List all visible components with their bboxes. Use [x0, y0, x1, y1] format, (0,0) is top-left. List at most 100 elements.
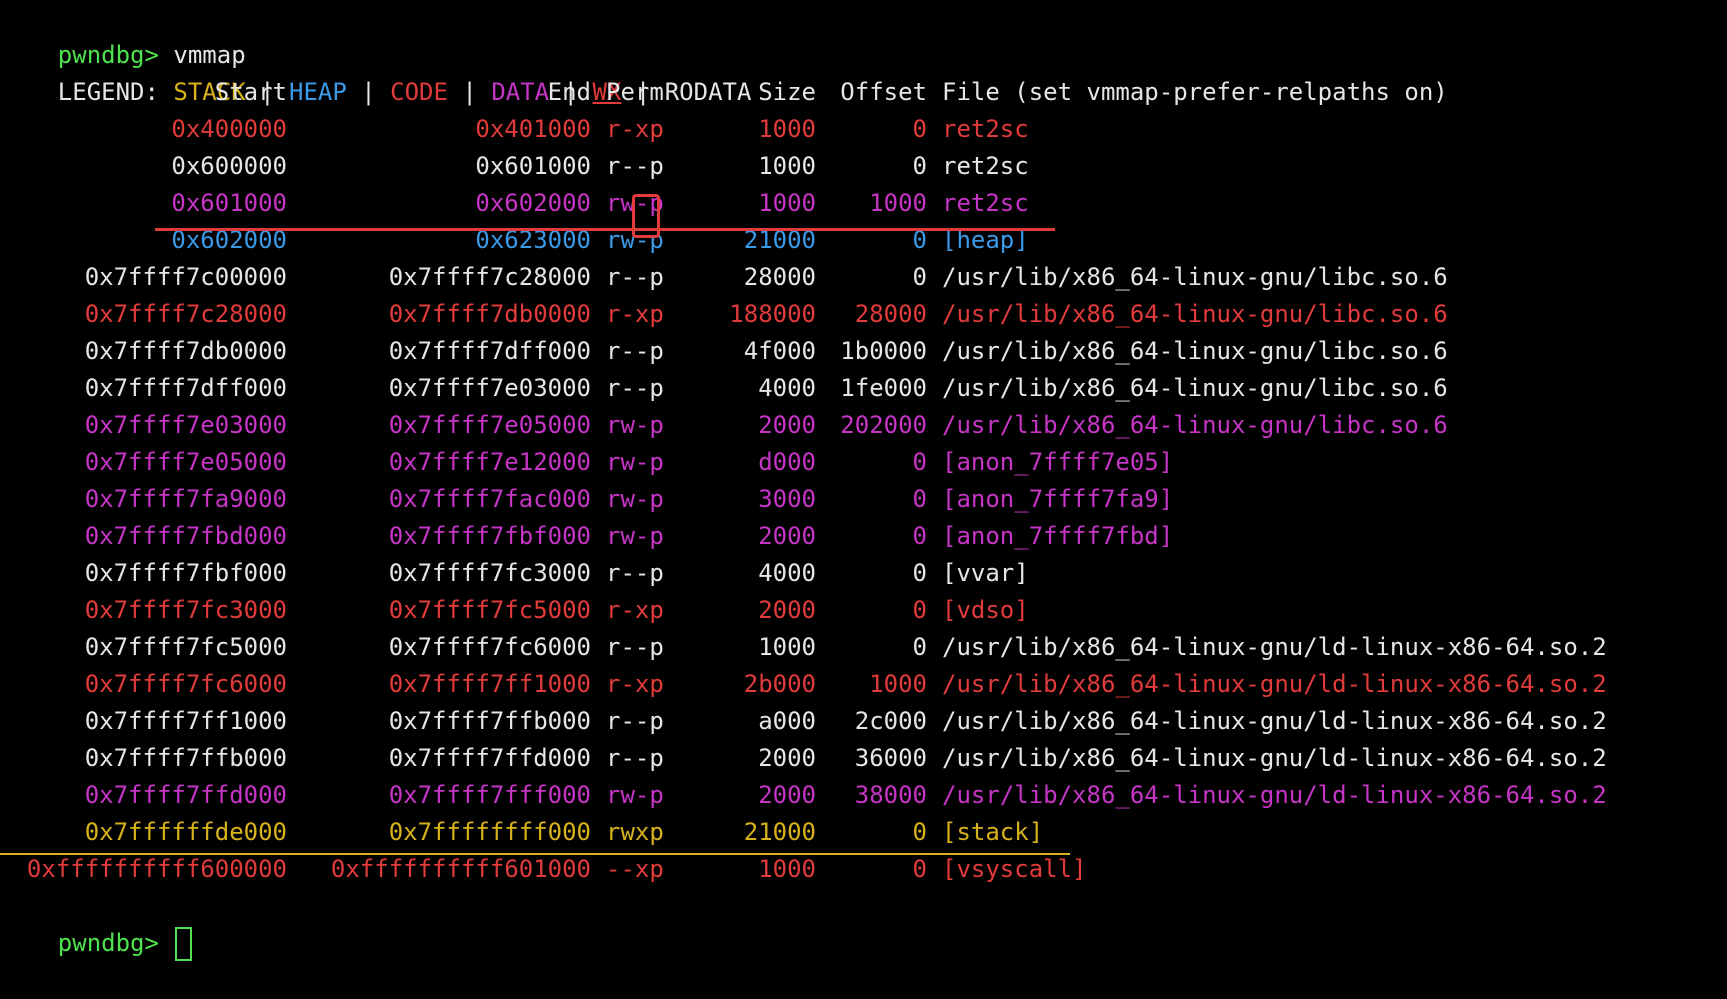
annotation-box-red [632, 194, 660, 238]
table-row: 0x7ffff7ff1000 0x7ffff7ffb000 r--p a000 2c00… [0, 703, 1727, 740]
cell-offset: 28000 [854, 300, 927, 328]
cell-start: 0x7ffffffde000 [84, 818, 287, 846]
cell-file: /usr/lib/x86_64-linux-gnu/libc.so.6 [942, 337, 1448, 365]
cell-start: 0x7ffff7fc3000 [84, 596, 287, 624]
cell-perm: rwxp [606, 818, 664, 846]
cell-file: [anon_7ffff7fbd] [942, 522, 1174, 550]
cell-file: [anon_7ffff7e05] [942, 448, 1174, 476]
cell-size: 188000 [729, 300, 816, 328]
cell-size: 4000 [758, 374, 816, 402]
cell-size: 2000 [758, 596, 816, 624]
cell-perm: r--p [606, 152, 664, 180]
annotation-underline-red [155, 228, 1055, 231]
command-line: pwndbg> vmmap [0, 0, 1727, 69]
cell-size: 2000 [758, 522, 816, 550]
table-header: Start End Perm Size Offset File (set vmm… [0, 74, 1727, 111]
table-row: 0x7ffff7ffd000 0x7ffff7fff000 rw-p 2000 3800… [0, 777, 1727, 814]
legend-line: LEGEND: STACK | HEAP | CODE | DATA | WX … [0, 37, 1727, 106]
cell-perm: r-xp [606, 300, 664, 328]
table-row: 0x7ffff7c00000 0x7ffff7c28000 r--p 28000 0/u… [0, 259, 1727, 296]
cell-offset: 202000 [840, 411, 927, 439]
cell-end: 0xffffffffff601000 [330, 855, 591, 883]
table-row: 0xffffffffff600000 0xffffffffff601000 --xp… [0, 851, 1727, 888]
cell-file: [vdso] [942, 596, 1029, 624]
prompt: pwndbg> [57, 929, 174, 957]
header-size: Size [758, 78, 816, 106]
header-start: Start [214, 78, 287, 106]
table-row: 0x7ffff7c28000 0x7ffff7db0000 r-xp 188000 28… [0, 296, 1727, 333]
cell-perm: r--p [606, 559, 664, 587]
cell-file: /usr/lib/x86_64-linux-gnu/ld-linux-x86-6… [942, 744, 1607, 772]
cell-start: 0x7ffff7fbf000 [84, 559, 287, 587]
cell-end: 0x7ffff7fc6000 [388, 633, 591, 661]
cell-perm: r--p [606, 337, 664, 365]
cell-size: 4f000 [743, 337, 816, 365]
cell-start: 0x7ffff7e03000 [84, 411, 287, 439]
cell-size: 1000 [758, 633, 816, 661]
cell-file: [vsyscall] [942, 855, 1087, 883]
cell-start: 0x7ffff7e05000 [84, 448, 287, 476]
table-row: 0x7ffff7db0000 0x7ffff7dff000 r--p 4f000 1b0… [0, 333, 1727, 370]
cell-end: 0x7ffff7fff000 [388, 781, 591, 809]
cell-perm: rw-p [606, 485, 664, 513]
cell-end: 0x7ffff7ff1000 [388, 670, 591, 698]
cell-perm: r--p [606, 633, 664, 661]
cell-start: 0x7ffff7ffd000 [84, 781, 287, 809]
cell-end: 0x7ffff7fac000 [388, 485, 591, 513]
cell-size: 1000 [758, 855, 816, 883]
cell-end: 0x602000 [475, 189, 591, 217]
cell-offset: 38000 [854, 781, 927, 809]
table-row: 0x7ffff7fc3000 0x7ffff7fc5000 r-xp 2000 0 [vd… [0, 592, 1727, 629]
cell-offset: 1fe000 [840, 374, 927, 402]
cell-start: 0x7ffff7fc6000 [84, 670, 287, 698]
cell-start: 0x400000 [171, 115, 287, 143]
cell-file: [vvar] [942, 559, 1029, 587]
cell-perm: r--p [606, 707, 664, 735]
cell-end: 0x7ffff7db0000 [388, 300, 591, 328]
table-row: 0x7ffff7ffb000 0x7ffff7ffd000 r--p 2000 3600… [0, 740, 1727, 777]
cell-start: 0x7ffff7db0000 [84, 337, 287, 365]
cell-end: 0x7ffff7fbf000 [388, 522, 591, 550]
cell-perm: r-xp [606, 596, 664, 624]
table-row: 0x7ffff7e05000 0x7ffff7e12000 rw-p d000 0 [an… [0, 444, 1727, 481]
cell-size: 1000 [758, 115, 816, 143]
cell-size: a000 [758, 707, 816, 735]
cell-size: d000 [758, 448, 816, 476]
cell-start: 0x7ffff7fbd000 [84, 522, 287, 550]
cell-offset: 0 [912, 152, 927, 180]
cell-file: /usr/lib/x86_64-linux-gnu/libc.so.6 [942, 263, 1448, 291]
cell-file: /usr/lib/x86_64-linux-gnu/libc.so.6 [942, 300, 1448, 328]
terminal[interactable]: pwndbg> vmmap LEGEND: STACK | HEAP | COD… [0, 0, 1727, 961]
cell-size: 2b000 [743, 670, 816, 698]
cell-offset: 0 [912, 559, 927, 587]
cell-perm: rw-p [606, 522, 664, 550]
cell-end: 0x7ffff7fc5000 [388, 596, 591, 624]
cell-size: 28000 [743, 263, 816, 291]
cell-file: /usr/lib/x86_64-linux-gnu/libc.so.6 [942, 411, 1448, 439]
cell-perm: r--p [606, 744, 664, 772]
cell-file: /usr/lib/x86_64-linux-gnu/ld-linux-x86-6… [942, 781, 1607, 809]
cell-end: 0x7ffffffff000 [388, 818, 591, 846]
table-row: 0x400000 0x401000 r-xp 1000 0 ret2sc [0, 111, 1727, 148]
cell-start: 0x7ffff7c28000 [84, 300, 287, 328]
cell-offset: 1b0000 [840, 337, 927, 365]
table-row: 0x7ffff7e03000 0x7ffff7e05000 rw-p 2000 2020… [0, 407, 1727, 444]
cell-size: 4000 [758, 559, 816, 587]
cell-end: 0x7ffff7e05000 [388, 411, 591, 439]
cell-end: 0x601000 [475, 152, 591, 180]
cell-start: 0x7ffff7fc5000 [84, 633, 287, 661]
annotation-underline-yellow [0, 853, 1070, 855]
cell-start: 0x7ffff7ff1000 [84, 707, 287, 735]
cell-size: 2000 [758, 781, 816, 809]
cell-size: 2000 [758, 411, 816, 439]
cell-offset: 0 [912, 448, 927, 476]
cell-end: 0x7ffff7c28000 [388, 263, 591, 291]
cell-start: 0x7ffff7ffb000 [84, 744, 287, 772]
cell-end: 0x7ffff7dff000 [388, 337, 591, 365]
final-prompt-line[interactable]: pwndbg> [0, 888, 1727, 961]
cell-file: [anon_7ffff7fa9] [942, 485, 1174, 513]
cell-offset: 2c000 [854, 707, 927, 735]
table-row: 0x600000 0x601000 r--p 1000 0 ret2sc [0, 148, 1727, 185]
cell-offset: 0 [912, 522, 927, 550]
table-row: 0x7ffff7fbf000 0x7ffff7fc3000 r--p 4000 0 [vv… [0, 555, 1727, 592]
